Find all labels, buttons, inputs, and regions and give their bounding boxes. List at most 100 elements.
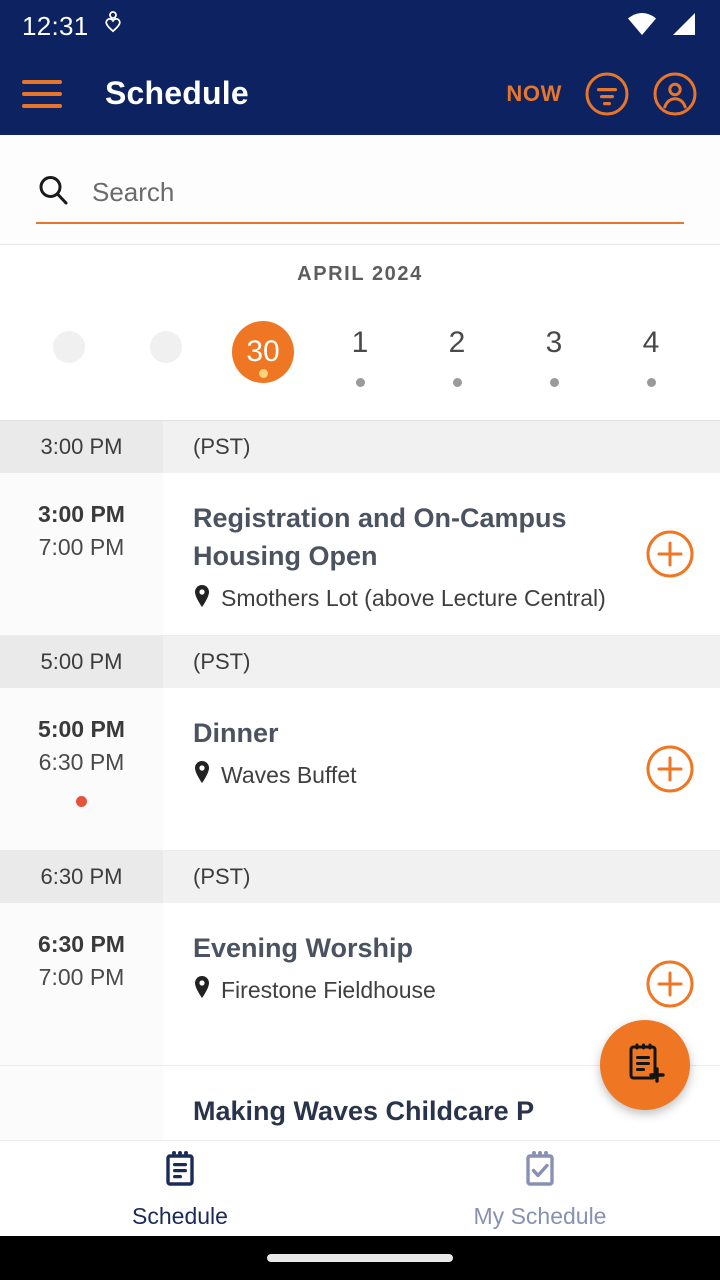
- event-details: Evening Worship Firestone Fieldhouse: [163, 903, 620, 1065]
- event-start-time: 6:30 PM: [38, 931, 125, 957]
- app-bar-actions: NOW: [506, 71, 698, 117]
- day-dot: [549, 378, 559, 387]
- health-heart-icon: [103, 10, 123, 42]
- event-location: Firestone Fieldhouse: [193, 975, 620, 1005]
- day-number: 2: [448, 326, 466, 359]
- clipboard-check-icon: [520, 1148, 560, 1195]
- search-input[interactable]: Search: [92, 177, 174, 208]
- event-time-column: 6:30 PM 7:00 PM: [0, 903, 163, 1065]
- event-location: Smothers Lot (above Lecture Central): [193, 584, 620, 614]
- group-header-time: 3:00 PM: [0, 421, 163, 473]
- add-to-my-schedule-fab[interactable]: [600, 1020, 690, 1110]
- day-bubble: 3: [523, 312, 585, 374]
- search-bar: Search: [0, 135, 720, 245]
- day-item-selected[interactable]: 30: [232, 321, 294, 383]
- event-details: Registration and On-Campus Housing Open …: [163, 473, 620, 635]
- gesture-navigation-bar: [0, 1236, 720, 1280]
- hamburger-menu-icon[interactable]: [22, 79, 62, 108]
- event-row[interactable]: 5:00 PM 6:30 PM Dinner Waves Buffet: [0, 688, 720, 851]
- location-pin-icon: [193, 584, 211, 614]
- location-pin-icon: [193, 975, 211, 1005]
- wifi-icon: [626, 11, 658, 42]
- gesture-pill[interactable]: [267, 1254, 453, 1262]
- add-to-my-schedule-icon: [621, 1039, 669, 1092]
- date-strip: APRIL 2024 30 1 2 3 4: [0, 245, 720, 421]
- day-bubble: 1: [329, 312, 391, 374]
- hamburger-line: [22, 103, 62, 108]
- group-header-timezone: (PST): [193, 434, 251, 459]
- status-left-icons: [103, 10, 123, 42]
- search-field[interactable]: Search: [36, 173, 684, 224]
- event-title: Registration and On-Campus Housing Open: [193, 503, 567, 572]
- event-location-text: Smothers Lot (above Lecture Central): [221, 585, 606, 612]
- event-row[interactable]: 3:00 PM 7:00 PM Registration and On-Camp…: [0, 473, 720, 636]
- event-start-time: 5:00 PM: [38, 716, 125, 742]
- event-location: Waves Buffet: [193, 760, 620, 790]
- event-title: Evening Worship: [193, 933, 414, 963]
- location-pin-icon: [193, 760, 211, 790]
- hamburger-line: [22, 91, 62, 96]
- day-item[interactable]: 4: [620, 312, 682, 387]
- event-details: Dinner Waves Buffet: [163, 688, 620, 850]
- event-start-time: 3:00 PM: [38, 501, 125, 527]
- event-alert-dot: [76, 796, 87, 807]
- add-circle-icon[interactable]: [620, 688, 720, 850]
- group-header-timezone: (PST): [193, 649, 251, 674]
- schedule-list[interactable]: 3:00 PM (PST) 3:00 PM 7:00 PM Registrati…: [0, 421, 720, 1140]
- status-bar: 12:31: [0, 0, 720, 52]
- nav-label-my-schedule: My Schedule: [473, 1202, 607, 1229]
- day-dot: [258, 369, 268, 378]
- day-placeholder: [38, 323, 100, 376]
- nav-item-schedule[interactable]: Schedule: [0, 1148, 360, 1230]
- day-skeleton-circle: [53, 331, 85, 363]
- time-group-header: 5:00 PM (PST): [0, 636, 720, 688]
- group-header-timezone: (PST): [193, 864, 251, 889]
- time-group-header: 6:30 PM (PST): [0, 851, 720, 903]
- nav-item-my-schedule[interactable]: My Schedule: [360, 1148, 720, 1230]
- app-bar: Schedule NOW: [0, 52, 720, 135]
- day-number: 1: [351, 326, 369, 359]
- day-dot: [452, 378, 462, 387]
- bottom-navigation: Schedule My Schedule: [0, 1140, 720, 1236]
- day-item[interactable]: 1: [329, 312, 391, 387]
- app-screen: 12:31 Schedule NOW Search APRIL 2024 30 …: [0, 0, 720, 1280]
- event-location-text: Firestone Fieldhouse: [221, 976, 436, 1003]
- day-list: 30 1 2 3 4: [0, 286, 720, 387]
- now-button[interactable]: NOW: [506, 81, 562, 107]
- day-item[interactable]: 2: [426, 312, 488, 387]
- event-time-column: 5:00 PM 6:30 PM: [0, 688, 163, 850]
- day-dot: [355, 378, 365, 387]
- day-bubble: 4: [620, 312, 682, 374]
- hamburger-line: [22, 79, 62, 84]
- nav-label-schedule: Schedule: [132, 1202, 228, 1229]
- month-label: APRIL 2024: [297, 263, 423, 285]
- event-end-time: 7:00 PM: [38, 964, 125, 990]
- day-number: 4: [642, 326, 660, 359]
- event-end-time: 7:00 PM: [38, 534, 125, 560]
- event-time-column: [0, 1066, 163, 1140]
- event-location-text: Waves Buffet: [221, 761, 357, 788]
- add-circle-icon[interactable]: [620, 473, 720, 635]
- time-group-header: 3:00 PM (PST): [0, 421, 720, 473]
- group-header-time: 6:30 PM: [0, 851, 163, 903]
- status-time: 12:31: [22, 10, 89, 41]
- event-end-time: 6:30 PM: [38, 749, 125, 775]
- day-dot: [646, 378, 656, 387]
- filter-circle-icon[interactable]: [584, 71, 630, 117]
- cellular-signal-icon: [668, 11, 698, 42]
- status-right-icons: [626, 11, 698, 42]
- event-title: Making Waves Childcare P: [193, 1096, 535, 1126]
- day-placeholder: [135, 323, 197, 376]
- page-title: Schedule: [105, 75, 249, 111]
- day-item[interactable]: 3: [523, 312, 585, 387]
- account-circle-icon[interactable]: [652, 71, 698, 117]
- clipboard-list-icon: [160, 1148, 200, 1195]
- event-title: Dinner: [193, 718, 279, 748]
- day-skeleton-circle: [150, 331, 182, 363]
- day-number: 30: [246, 335, 280, 368]
- day-number: 3: [545, 326, 563, 359]
- search-icon: [36, 173, 70, 212]
- group-header-time: 5:00 PM: [0, 636, 163, 688]
- event-time-column: 3:00 PM 7:00 PM: [0, 473, 163, 635]
- day-bubble: 2: [426, 312, 488, 374]
